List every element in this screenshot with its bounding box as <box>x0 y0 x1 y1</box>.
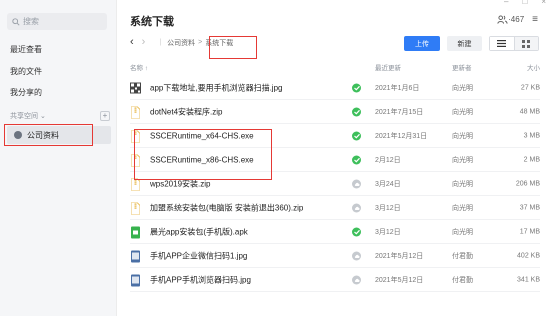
synced-status-icon <box>352 155 361 165</box>
sidebar-item-recent[interactable]: 最近查看 <box>10 44 42 55</box>
file-updater: 付君勤 <box>452 253 473 260</box>
file-size: 402 KB <box>517 252 540 260</box>
file-size: 2 MB <box>523 156 540 164</box>
header-actions: · 467 ≡ <box>497 14 538 25</box>
back-button[interactable]: ‹ <box>130 37 134 48</box>
table-row[interactable]: 手机APP企业微信扫码1.jpg 2021年5月12日 付君勤 402 KB <box>130 245 540 268</box>
cloud-status-icon <box>352 203 361 213</box>
file-date: 2021年12月31日 <box>375 133 428 140</box>
synced-status-icon <box>352 227 361 237</box>
file-name[interactable]: 手机APP手机浏览器扫码.jpg <box>150 275 251 286</box>
view-toggle <box>489 36 539 51</box>
file-name[interactable]: 加盟系统安装包(电脑版 安装前退出360).zip <box>150 203 303 214</box>
breadcrumb-separator: > <box>198 39 203 46</box>
list-view-icon <box>497 40 507 47</box>
file-name[interactable]: wps2019安装.zip <box>150 179 210 190</box>
highlight-box-breadcrumb <box>209 36 257 59</box>
synced-status-icon <box>352 107 361 117</box>
add-space-button[interactable]: + <box>100 111 110 121</box>
cloud-status-icon <box>352 251 361 261</box>
file-updater: 向光明 <box>452 109 473 116</box>
file-name[interactable]: dotNet4安装程序.zip <box>150 107 222 118</box>
sidebar: 搜索 最近查看 我的文件 我分享的 共享空间 ⌄ + 公司资料 <box>0 0 117 316</box>
breadcrumb-item-company[interactable]: 公司资料 <box>167 38 195 48</box>
file-updater: 向光明 <box>452 85 473 92</box>
search-placeholder: 搜索 <box>23 17 39 26</box>
phone-image-icon <box>130 274 141 287</box>
file-date: 2021年5月12日 <box>375 277 424 284</box>
cloud-status-icon <box>352 179 361 189</box>
close-button[interactable]: × <box>541 0 546 6</box>
file-date: 2021年7月15日 <box>375 109 424 116</box>
search-input[interactable]: 搜索 <box>7 13 107 30</box>
col-user[interactable]: 更新者 <box>452 62 472 72</box>
member-count: 467 <box>510 15 525 24</box>
maximize-button[interactable]: □ <box>522 0 527 6</box>
file-size: 341 KB <box>517 276 540 284</box>
divider: | <box>159 39 162 46</box>
file-size: 48 MB <box>519 108 540 116</box>
file-date: 2月12日 <box>375 157 401 164</box>
new-button[interactable]: 新建 <box>447 36 482 51</box>
file-updater: 向光明 <box>452 181 473 188</box>
file-size: 27 KB <box>520 84 540 92</box>
zip-icon <box>130 106 141 119</box>
window-controls: – □ × <box>504 0 546 6</box>
sidebar-item-my-files[interactable]: 我的文件 <box>10 66 42 77</box>
grid-view-icon <box>522 39 531 48</box>
col-date[interactable]: 最近更新 <box>375 62 401 72</box>
menu-icon[interactable]: ≡ <box>532 14 538 25</box>
members-button[interactable]: · 467 <box>497 15 524 24</box>
qr-image-icon <box>130 82 141 95</box>
file-name[interactable]: app下载地址,要用手机浏览器扫描.jpg <box>150 83 282 94</box>
table-row[interactable]: 晨光app安装包(手机版).apk 3月12日 向光明 17 MB <box>130 221 540 244</box>
file-size: 206 MB <box>515 180 540 188</box>
file-size: 17 MB <box>519 228 540 236</box>
members-icon <box>497 15 508 24</box>
upload-button[interactable]: 上传 <box>404 36 440 51</box>
highlight-box-files <box>134 129 272 180</box>
table-row[interactable]: 加盟系统安装包(电脑版 安装前退出360).zip 3月12日 向光明 37 MB <box>130 197 540 220</box>
grid-view-button[interactable] <box>513 37 538 50</box>
phone-image-icon <box>130 250 141 263</box>
file-updater: 向光明 <box>452 157 473 164</box>
file-updater: 向光明 <box>452 133 473 140</box>
file-date: 2021年1月6日 <box>375 85 420 92</box>
file-updater: 向光明 <box>452 205 473 212</box>
col-size[interactable]: 大小 <box>527 62 540 72</box>
table-row[interactable]: 手机APP手机浏览器扫码.jpg 2021年5月12日 付君勤 341 KB <box>130 269 540 292</box>
highlight-box-space <box>4 124 93 146</box>
shared-space-group[interactable]: 共享空间 ⌄ + <box>10 111 110 121</box>
list-view-button[interactable] <box>490 37 514 50</box>
minimize-button[interactable]: – <box>504 0 508 6</box>
file-date: 3月12日 <box>375 229 401 236</box>
group-label: 共享空间 <box>10 113 38 120</box>
file-updater: 向光明 <box>452 229 473 236</box>
file-date: 2021年5月12日 <box>375 253 424 260</box>
search-icon <box>12 17 20 26</box>
forward-button[interactable]: › <box>142 37 146 48</box>
page-title: 系统下载 <box>130 16 174 28</box>
file-name[interactable]: 手机APP企业微信扫码1.jpg <box>150 251 247 262</box>
table-header: 名称 ↑ 最近更新 更新者 大小 <box>130 62 540 74</box>
apk-icon <box>130 226 141 239</box>
file-size: 3 MB <box>523 132 540 140</box>
zip-icon <box>130 202 141 215</box>
cloud-status-icon <box>352 275 361 285</box>
synced-status-icon <box>352 83 361 93</box>
file-date: 3月24日 <box>375 181 401 188</box>
col-name[interactable]: 名称 ↑ <box>130 62 148 72</box>
file-updater: 付君勤 <box>452 277 473 284</box>
file-size: 37 MB <box>519 204 540 212</box>
file-date: 3月12日 <box>375 205 401 212</box>
sidebar-item-shared-by-me[interactable]: 我分享的 <box>10 87 42 98</box>
chevron-down-icon: ⌄ <box>39 113 46 120</box>
file-name[interactable]: 晨光app安装包(手机版).apk <box>150 227 248 238</box>
table-row[interactable]: app下载地址,要用手机浏览器扫描.jpg 2021年1月6日 向光明 27 KB <box>130 77 540 100</box>
table-row[interactable]: dotNet4安装程序.zip 2021年7月15日 向光明 48 MB <box>130 101 540 124</box>
synced-status-icon <box>352 131 361 141</box>
